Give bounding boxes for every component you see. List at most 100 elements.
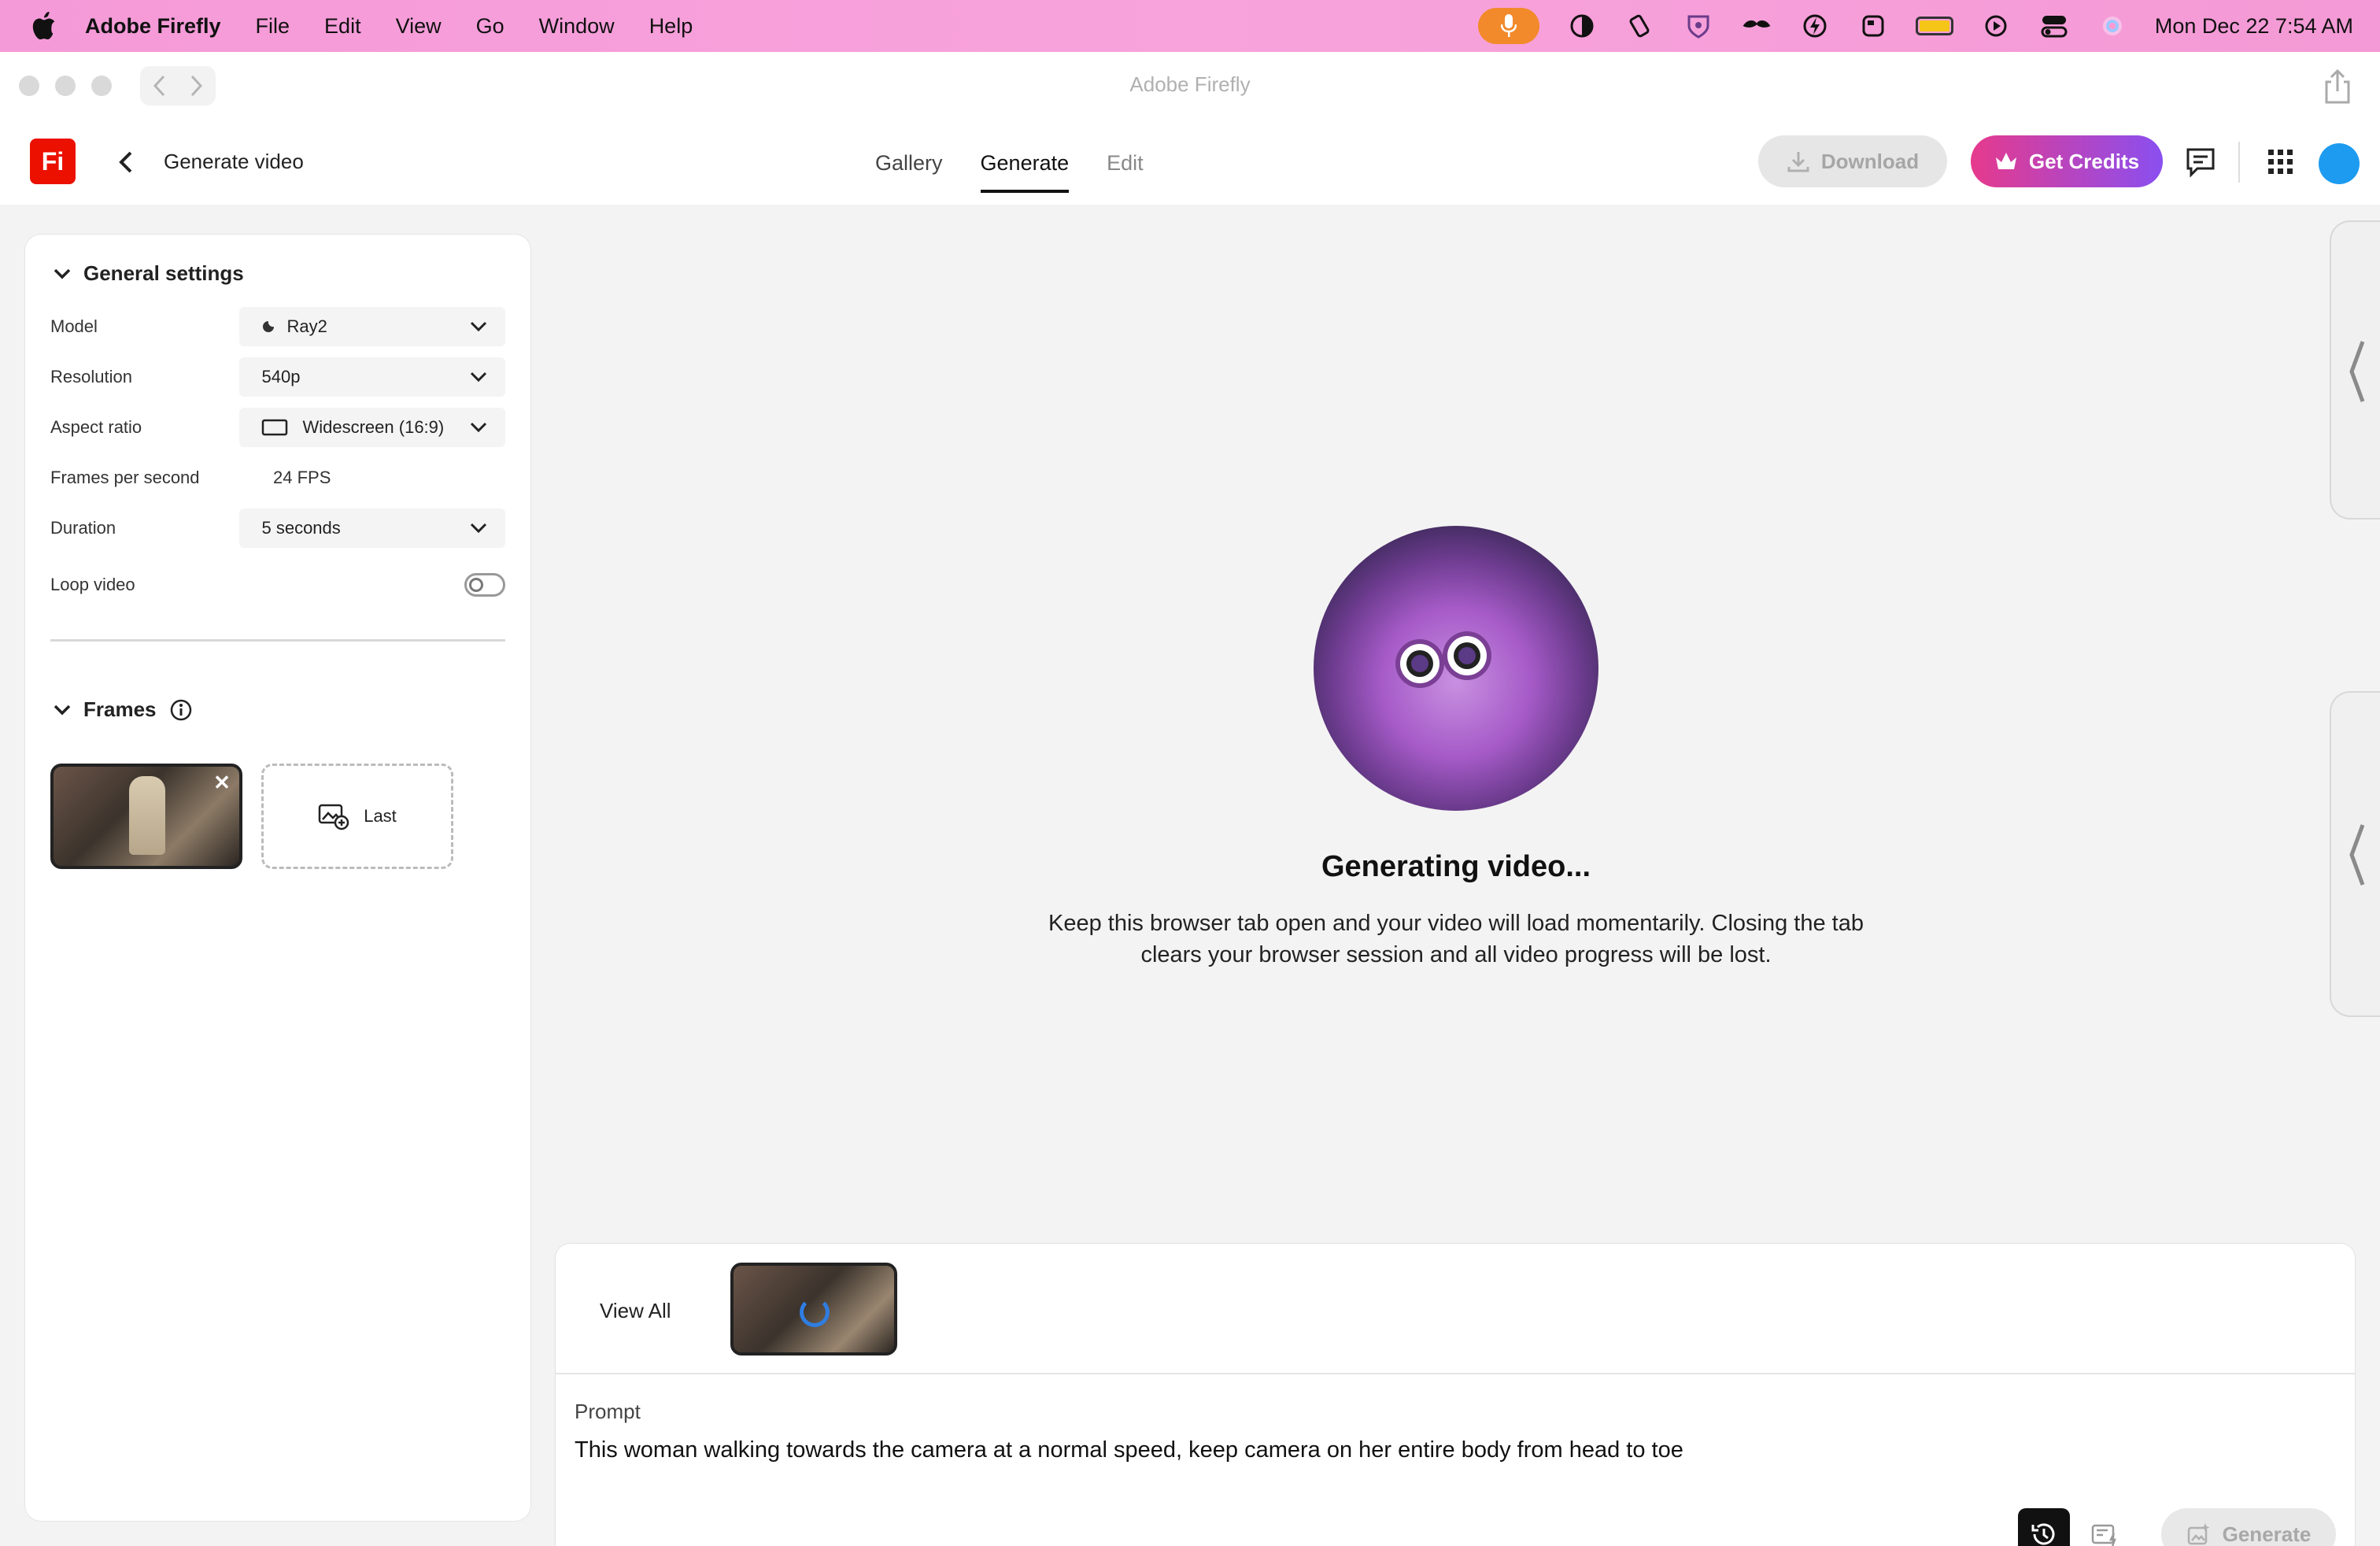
- status-message: Keep this browser tab open and your vide…: [1048, 911, 1864, 967]
- prompt-divider: [556, 1373, 2355, 1374]
- generate-icon: [2187, 1523, 2210, 1545]
- general-settings-title: General settings: [83, 261, 244, 285]
- main-tabs: Gallery Generate Edit: [875, 151, 1144, 193]
- aspect-ratio-row: Aspect ratio Widescreen (16:9): [50, 408, 505, 447]
- chevron-down-icon: [470, 372, 487, 383]
- play-icon[interactable]: [1980, 10, 2012, 42]
- apple-logo-icon[interactable]: [31, 12, 57, 40]
- resolution-label: Resolution: [50, 367, 132, 386]
- menu-view[interactable]: View: [396, 14, 442, 39]
- mustache-icon[interactable]: [1741, 10, 1772, 42]
- back-chevron-icon[interactable]: [115, 146, 137, 178]
- view-all-link[interactable]: View All: [600, 1299, 671, 1323]
- generation-status: Generating video... Keep this browser ta…: [1023, 526, 1889, 971]
- prompt-input[interactable]: This woman walking towards the camera at…: [575, 1437, 1683, 1463]
- shield-icon[interactable]: [1683, 10, 1714, 42]
- microphone-icon[interactable]: [1477, 8, 1539, 44]
- duration-row: Duration 5 seconds: [50, 509, 505, 548]
- fps-value: 24 FPS: [273, 468, 331, 487]
- get-credits-button[interactable]: Get Credits: [1971, 135, 2163, 187]
- right-panel-handle-top[interactable]: [2330, 220, 2380, 520]
- aspect-ratio-label: Aspect ratio: [50, 417, 142, 437]
- menu-go[interactable]: Go: [476, 14, 504, 39]
- duration-select[interactable]: 5 seconds: [239, 509, 505, 548]
- menu-bar: Adobe Firefly File Edit View Go Window H…: [0, 0, 2380, 52]
- resolution-select[interactable]: 540p: [239, 357, 505, 397]
- menu-window[interactable]: Window: [539, 14, 615, 39]
- chevron-left-icon: [2349, 341, 2365, 402]
- prompt-suggestion-icon[interactable]: [2090, 1519, 2122, 1546]
- prompt-area: View All Prompt This woman walking towar…: [556, 1244, 2355, 1546]
- generation-thumbnail[interactable]: [730, 1263, 897, 1356]
- crown-icon: [1995, 153, 2016, 169]
- window-title: Adobe Firefly: [1129, 72, 1251, 96]
- aspect-ratio-value: Widescreen (16:9): [302, 417, 445, 437]
- model-value: Ray2: [286, 316, 327, 336]
- workspace: General settings Model Ray2 Resolution 5…: [0, 205, 2380, 1546]
- loading-mascot-image: [1314, 526, 1598, 811]
- share-icon[interactable]: [2319, 68, 2356, 105]
- fps-label: Frames per second: [50, 468, 200, 487]
- avatar[interactable]: [2319, 143, 2360, 184]
- tab-edit[interactable]: Edit: [1107, 151, 1144, 193]
- prompt-history-button[interactable]: [2018, 1508, 2070, 1546]
- loop-video-row: Loop video: [50, 565, 505, 605]
- loading-spinner-icon: [800, 1297, 830, 1327]
- settings-panel: General settings Model Ray2 Resolution 5…: [25, 235, 530, 1521]
- last-frame-label: Last: [364, 806, 397, 826]
- general-settings-header[interactable]: General settings: [54, 261, 244, 286]
- app-window-icon[interactable]: [1857, 10, 1889, 42]
- download-label: Download: [1820, 149, 1920, 173]
- status-area: Mon Dec 22 7:54 AM: [1477, 0, 2353, 52]
- battery-icon[interactable]: [1915, 17, 1953, 35]
- frames-header[interactable]: Frames: [54, 697, 193, 722]
- chevron-down-icon: [470, 321, 487, 332]
- menu-edit[interactable]: Edit: [324, 14, 361, 39]
- model-label: Model: [50, 316, 98, 336]
- add-image-icon: [318, 804, 349, 830]
- chevron-down-icon: [470, 523, 487, 534]
- clock[interactable]: Mon Dec 22 7:54 AM: [2155, 14, 2353, 39]
- frame-image-subject: [129, 776, 165, 855]
- contrast-icon[interactable]: [1566, 10, 1598, 42]
- fps-row: Frames per second 24 FPS: [50, 458, 505, 497]
- resolution-row: Resolution 540p: [50, 357, 505, 397]
- menu-help[interactable]: Help: [649, 14, 693, 39]
- right-panel-handle-bottom[interactable]: [2330, 691, 2380, 1017]
- tab-gallery[interactable]: Gallery: [875, 151, 943, 193]
- chevron-left-icon: [2349, 824, 2365, 886]
- page-title: Generate video: [164, 150, 304, 173]
- menu-app-name[interactable]: Adobe Firefly: [85, 14, 221, 39]
- feedback-icon[interactable]: [2185, 146, 2216, 178]
- siri-icon[interactable]: [2097, 10, 2128, 42]
- aspect-ratio-select[interactable]: Widescreen (16:9): [239, 408, 505, 447]
- app-window: Adobe Firefly Fi Generate video Gallery …: [0, 52, 2380, 1546]
- first-frame-thumbnail[interactable]: ✕: [50, 764, 242, 869]
- generate-label: Generate: [2222, 1522, 2312, 1546]
- last-frame-slot[interactable]: Last: [261, 764, 453, 869]
- duration-label: Duration: [50, 518, 116, 538]
- screen-rotate-icon[interactable]: [1624, 10, 1656, 42]
- model-select[interactable]: Ray2: [239, 307, 505, 346]
- tab-generate[interactable]: Generate: [980, 151, 1070, 193]
- menu-file[interactable]: File: [256, 14, 290, 39]
- title-bar: Adobe Firefly: [0, 52, 2380, 120]
- chevron-down-icon: [54, 705, 71, 715]
- lightning-icon[interactable]: [1799, 10, 1831, 42]
- loop-video-label: Loop video: [50, 575, 135, 594]
- widescreen-icon: [262, 419, 288, 436]
- header-divider: [2238, 142, 2240, 183]
- firefly-logo[interactable]: Fi: [30, 139, 76, 184]
- generate-button[interactable]: Generate: [2161, 1508, 2336, 1546]
- history-icon: [2031, 1523, 2055, 1545]
- prompt-label: Prompt: [575, 1400, 641, 1423]
- remove-frame-icon[interactable]: ✕: [211, 771, 233, 793]
- chevron-down-icon: [54, 268, 71, 279]
- get-credits-label: Get Credits: [2028, 149, 2140, 173]
- apps-grid-icon[interactable]: [2267, 148, 2295, 176]
- status-title: Generating video...: [1321, 850, 1591, 883]
- download-button[interactable]: Download: [1758, 135, 1947, 187]
- loop-video-toggle[interactable]: [464, 573, 505, 597]
- info-icon[interactable]: [169, 698, 193, 722]
- control-center-icon[interactable]: [2038, 10, 2070, 42]
